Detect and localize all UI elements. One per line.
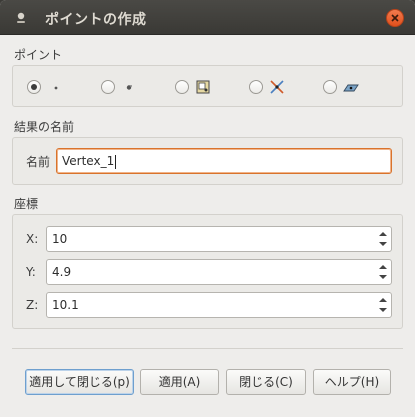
apply-button[interactable]: 適用(A) <box>140 369 219 395</box>
point-dot-icon <box>54 86 58 90</box>
point-intersection-icon <box>270 80 284 94</box>
help-button[interactable]: ヘルプ(H) <box>313 369 391 395</box>
app-icon <box>17 12 25 23</box>
point-type-radio-4[interactable] <box>249 80 263 94</box>
z-spinbox[interactable]: 10.1 <box>46 292 392 318</box>
close-icon <box>391 14 399 22</box>
coords-group-label: 座標 <box>14 197 39 211</box>
x-label: X: <box>26 232 39 246</box>
point-type-radio-5[interactable] <box>323 80 337 94</box>
y-spin-arrows[interactable] <box>377 262 389 282</box>
text-caret <box>115 154 117 169</box>
apply-and-close-button[interactable]: 適用して閉じる(p) <box>25 369 134 395</box>
y-spinbox[interactable]: 4.9 <box>46 259 392 285</box>
result-group-label: 結果の名前 <box>14 120 75 134</box>
point-group-label: ポイント <box>14 48 63 62</box>
point-from-shape-icon <box>196 80 210 94</box>
point-type-radio-3[interactable] <box>175 80 189 94</box>
z-spin-arrows[interactable] <box>377 295 389 315</box>
name-field[interactable]: Vertex_1 <box>56 148 392 174</box>
y-label: Y: <box>26 265 36 279</box>
point-on-plane-icon <box>343 84 359 92</box>
z-label: Z: <box>26 298 39 312</box>
window-title: ポイントの作成 <box>45 12 147 28</box>
close-button[interactable]: 閉じる(C) <box>226 369 306 395</box>
x-spin-arrows[interactable] <box>377 229 389 249</box>
title-bar[interactable]: ポイントの作成 <box>0 0 415 35</box>
create-point-dialog: ポイントの作成 ポイント 結果の名前 名前 Vertex_1 座標 X: 10 … <box>0 0 415 417</box>
x-value: 10 <box>52 232 68 246</box>
name-field-value: Vertex_1 <box>62 154 115 168</box>
button-separator <box>12 348 403 349</box>
y-value: 4.9 <box>52 265 72 279</box>
name-label: 名前 <box>26 155 51 169</box>
point-filled-icon <box>126 85 132 90</box>
point-type-radio-2[interactable] <box>101 80 115 94</box>
z-value: 10.1 <box>52 298 79 312</box>
point-type-radio-1[interactable] <box>27 80 41 94</box>
close-window-button[interactable] <box>386 9 404 27</box>
x-spinbox[interactable]: 10 <box>46 226 392 252</box>
